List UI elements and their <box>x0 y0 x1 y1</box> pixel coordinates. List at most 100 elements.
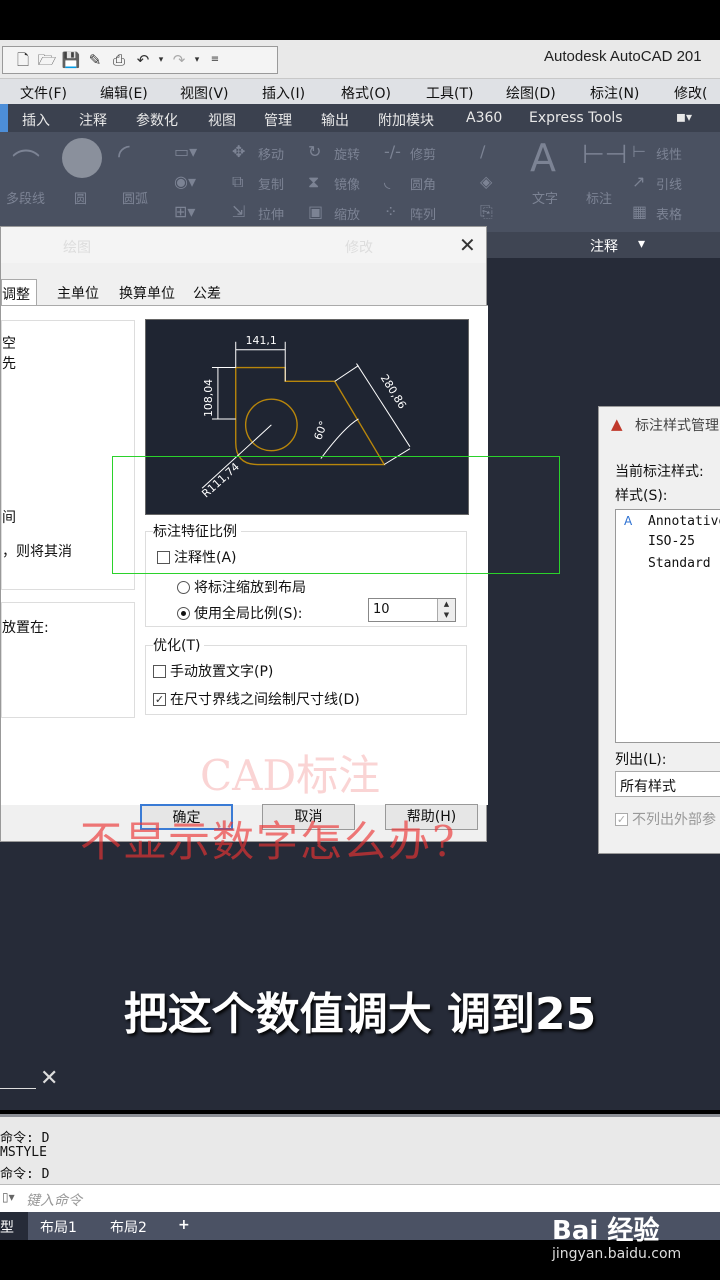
radio-on-icon[interactable] <box>177 606 190 620</box>
customize-qat-icon[interactable]: ≡ <box>205 51 225 69</box>
overall-scale-input[interactable]: 10 ▲ ▼ <box>368 598 456 622</box>
circle-icon[interactable] <box>62 138 102 178</box>
list-item[interactable]: ISO-25 <box>648 534 695 549</box>
move-label[interactable]: 移动 <box>258 144 284 163</box>
faded-draw-panel-label: 绘图 <box>63 240 91 256</box>
menu-insert[interactable]: 插入(I) <box>262 83 305 103</box>
table-label[interactable]: 表格 <box>656 204 682 223</box>
manual-text-checkbox[interactable]: 手动放置文字(P) <box>153 661 273 681</box>
tab-express-tools[interactable]: Express Tools <box>529 110 623 126</box>
dropdown-icon[interactable]: ▾ <box>193 51 201 69</box>
save-icon[interactable]: 💾 <box>61 51 81 69</box>
trim-label[interactable]: 修剪 <box>410 144 436 163</box>
menu-modify[interactable]: 修改( <box>674 83 707 103</box>
preview-dim-slant: 280,86 <box>378 372 409 411</box>
scale-label[interactable]: 缩放 <box>334 204 360 223</box>
offset-icon[interactable]: ⎘ <box>480 202 493 222</box>
command-line[interactable]: ▯▾ 键入命令 <box>0 1184 720 1212</box>
redo-icon[interactable]: ↷ <box>169 51 189 69</box>
rotate-label[interactable]: 旋转 <box>334 144 360 163</box>
trim-icon[interactable]: -/- <box>384 142 401 161</box>
save-as-icon[interactable]: ✎ <box>85 51 105 69</box>
checkbox-checked-icon[interactable]: ✓ <box>615 812 628 826</box>
command-history-line: 命令: D <box>0 1167 50 1182</box>
spinner-arrows-icon[interactable]: ▲ ▼ <box>437 599 455 621</box>
use-overall-scale-radio[interactable]: 使用全局比例(S): <box>177 603 303 623</box>
rectangle-icon[interactable]: ▭▾ <box>174 142 197 161</box>
command-dropdown-icon[interactable]: ▯▾ <box>2 1190 15 1204</box>
tab-parametric[interactable]: 参数化 <box>136 110 178 130</box>
tab-insert[interactable]: 插入 <box>22 110 50 130</box>
add-layout-button[interactable]: + <box>178 1217 190 1233</box>
close-icon[interactable]: ✕ <box>40 1066 58 1091</box>
menu-view[interactable]: 视图(V) <box>180 83 229 103</box>
dropdown-icon[interactable]: ▾ <box>157 51 165 69</box>
new-file-icon[interactable]: 🗋 <box>13 51 33 69</box>
list-item[interactable]: Standard <box>648 556 711 571</box>
arc-icon[interactable]: ◜ <box>118 138 130 173</box>
stretch-icon[interactable]: ⇲ <box>232 202 245 221</box>
tab-tolerances[interactable]: 公差 <box>193 283 221 303</box>
undo-icon[interactable]: ↶ <box>133 51 153 69</box>
tab-alternate-units[interactable]: 换算单位 <box>119 283 175 303</box>
linear-icon[interactable]: ⊢ <box>632 142 646 161</box>
menu-dimension[interactable]: 标注(N) <box>590 83 639 103</box>
array-label[interactable]: 阵列 <box>410 204 436 223</box>
radio-off-icon[interactable] <box>177 580 190 594</box>
move-icon[interactable]: ✥ <box>232 142 245 161</box>
tab-manage[interactable]: 管理 <box>264 110 292 130</box>
command-input-placeholder[interactable]: 键入命令 <box>26 1190 82 1210</box>
copy-label[interactable]: 复制 <box>258 174 284 193</box>
hatch-icon[interactable]: ◉▾ <box>174 172 196 191</box>
menu-edit[interactable]: 编辑(E) <box>100 83 148 103</box>
menu-format[interactable]: 格式(O) <box>341 83 391 103</box>
tab-addins[interactable]: 附加模块 <box>378 110 434 130</box>
tab-a360[interactable]: A360 <box>466 110 502 126</box>
leader-icon[interactable]: ↗ <box>632 172 645 191</box>
erase-icon[interactable]: ∕ <box>480 142 485 161</box>
mirror-icon[interactable]: ⧗ <box>308 172 319 192</box>
fillet-label[interactable]: 圆角 <box>410 174 436 193</box>
tab-layout2[interactable]: 布局2 <box>110 1217 147 1237</box>
checkbox-checked-icon[interactable]: ✓ <box>153 692 166 706</box>
array-icon[interactable]: ⁘ <box>384 202 397 221</box>
close-icon[interactable]: ✕ <box>459 233 476 257</box>
list-item[interactable]: Annotative <box>648 514 720 529</box>
stretch-label[interactable]: 拉伸 <box>258 204 284 223</box>
tab-model[interactable]: 型 <box>0 1212 28 1240</box>
checkbox-empty-icon[interactable] <box>153 664 166 678</box>
rotate-icon[interactable]: ↻ <box>308 142 321 161</box>
fillet-icon[interactable]: ◟ <box>384 172 390 191</box>
menu-draw[interactable]: 绘图(D) <box>506 83 556 103</box>
scale-icon[interactable]: ▣ <box>308 202 323 221</box>
explode-icon[interactable]: ◈ <box>480 172 492 191</box>
leader-label[interactable]: 引线 <box>656 174 682 193</box>
region-icon[interactable]: ⊞▾ <box>174 202 195 221</box>
text-icon[interactable]: A <box>530 136 556 180</box>
tab-output[interactable]: 输出 <box>321 110 349 130</box>
styles-list[interactable]: A Annotative ISO-25 Standard <box>615 509 720 743</box>
menu-file[interactable]: 文件(F) <box>20 83 67 103</box>
print-icon[interactable]: ⎙ <box>109 51 129 69</box>
tab-primary-units[interactable]: 主单位 <box>57 283 99 303</box>
polyline-icon[interactable]: ⌒ <box>12 142 40 182</box>
overall-scale-value[interactable]: 10 <box>373 602 390 617</box>
copy-icon[interactable]: ⧉ <box>232 172 243 192</box>
exclude-xref-checkbox[interactable]: ✓ 不列出外部参 <box>615 809 716 829</box>
panel-annotate-title[interactable]: 注释 <box>590 236 618 256</box>
manual-text-label: 手动放置文字(P) <box>170 664 274 680</box>
open-file-icon[interactable]: 🗁 <box>37 51 57 69</box>
linear-label[interactable]: 线性 <box>656 144 682 163</box>
chevron-down-icon[interactable]: ▾ <box>638 236 645 252</box>
tab-annotate[interactable]: 注释 <box>79 110 107 130</box>
draw-dim-line-checkbox[interactable]: ✓ 在尺寸界线之间绘制尺寸线(D) <box>153 689 360 709</box>
menu-tools[interactable]: 工具(T) <box>426 83 473 103</box>
tab-view[interactable]: 视图 <box>208 110 236 130</box>
ribbon-options-icon[interactable]: ◼▾ <box>676 110 692 124</box>
table-icon[interactable]: ▦ <box>632 202 647 221</box>
mirror-label[interactable]: 镜像 <box>334 174 360 193</box>
list-select[interactable]: 所有样式 <box>615 771 720 797</box>
tab-layout1[interactable]: 布局1 <box>40 1217 77 1237</box>
dimension-icon[interactable]: ⊢⊣ <box>582 140 627 170</box>
scale-to-layout-radio[interactable]: 将标注缩放到布局 <box>177 577 306 597</box>
